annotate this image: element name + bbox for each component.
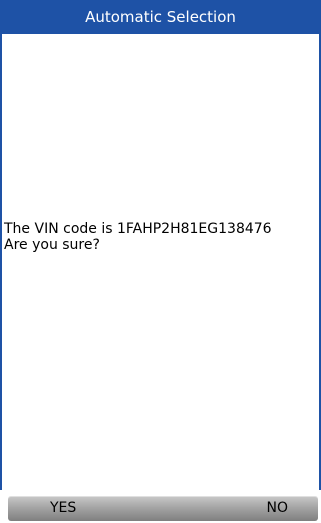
yes-button[interactable]: YES (50, 496, 76, 521)
vin-confirm-screen: Automatic Selection The VIN code is 1FAH… (0, 0, 321, 523)
screen-title: Automatic Selection (0, 0, 321, 34)
action-bar: YES NO (8, 496, 318, 521)
left-border (0, 34, 2, 490)
vin-message-line: The VIN code is 1FAHP2H81EG138476 (4, 221, 272, 237)
confirmation-message: The VIN code is 1FAHP2H81EG138476 Are yo… (4, 221, 319, 253)
confirm-question-line: Are you sure? (4, 237, 100, 253)
no-button[interactable]: NO (267, 496, 289, 521)
